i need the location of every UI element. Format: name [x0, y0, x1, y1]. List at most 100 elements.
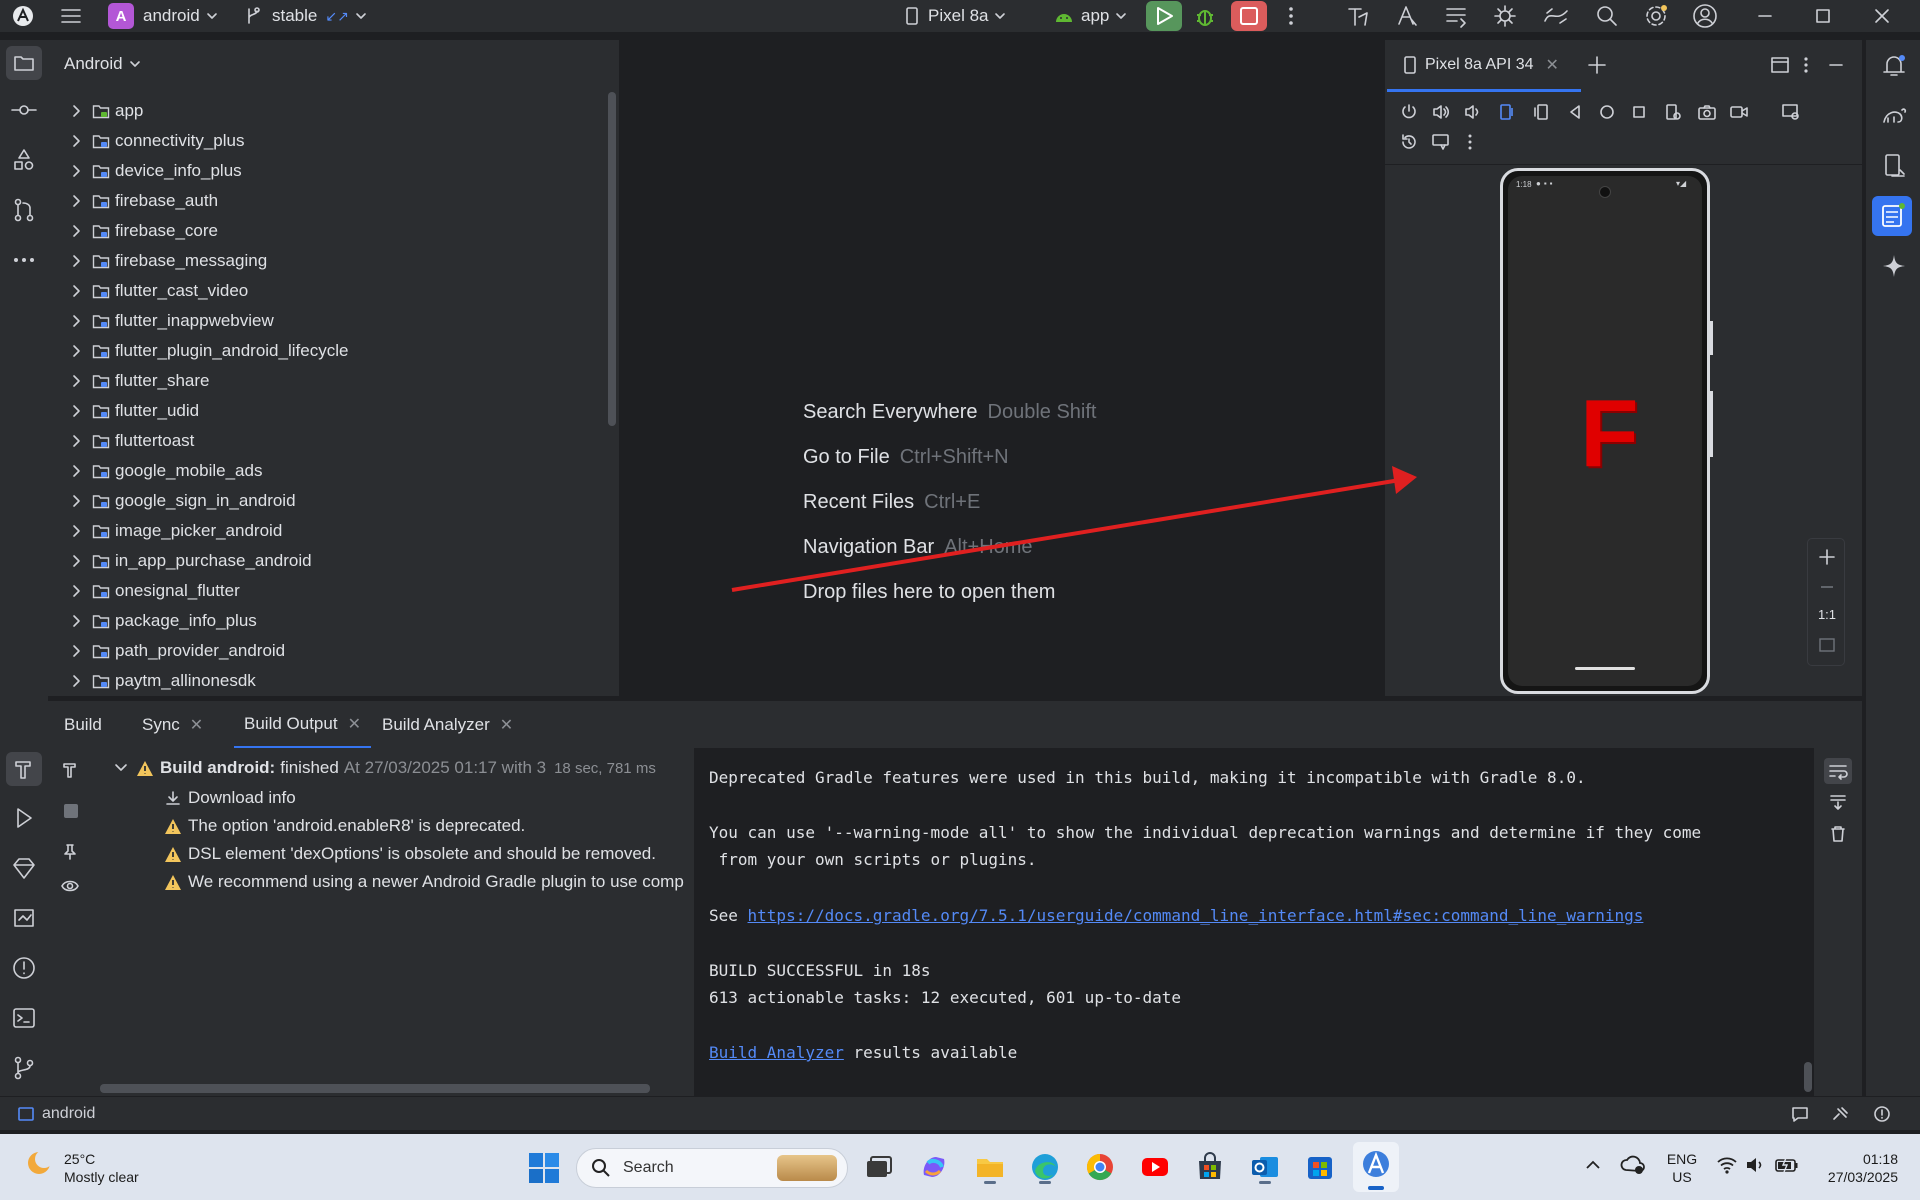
gemini-sparkle-icon[interactable]	[1880, 252, 1908, 280]
eye-icon[interactable]	[60, 876, 80, 896]
clock[interactable]: 01:18 27/03/2025	[1814, 1150, 1898, 1186]
tree-item[interactable]: connectivity_plus	[48, 126, 608, 156]
status-doc-icon[interactable]	[1790, 1105, 1810, 1123]
task-view-icon[interactable]	[860, 1149, 896, 1185]
close-tab-icon[interactable]: ✕	[1546, 55, 1559, 75]
minimize-window-icon[interactable]	[1752, 3, 1778, 29]
edge-browser-icon[interactable]	[1027, 1149, 1063, 1185]
tab-build-analyzer[interactable]: Build Analyzer ✕	[382, 701, 513, 749]
version-control-icon[interactable]	[10, 1054, 38, 1082]
run-config-selector[interactable]: app	[1053, 0, 1127, 32]
tree-item[interactable]: flutter_cast_video	[48, 276, 608, 306]
profiler-icon[interactable]	[1345, 3, 1371, 29]
wifi-icon[interactable]	[1716, 1154, 1738, 1176]
android-studio-taskbar-icon[interactable]	[1353, 1142, 1399, 1192]
chevron-right-icon[interactable]	[68, 403, 84, 419]
apply-changes-icon[interactable]	[1394, 3, 1420, 29]
chevron-right-icon[interactable]	[68, 253, 84, 269]
chevron-right-icon[interactable]	[68, 643, 84, 659]
chevron-right-icon[interactable]	[68, 523, 84, 539]
close-window-icon[interactable]	[1869, 3, 1895, 29]
onedrive-icon[interactable]	[1620, 1152, 1646, 1178]
tree-item[interactable]: fluttertoast	[48, 426, 608, 456]
more-device-actions-icon[interactable]	[1465, 132, 1475, 152]
build-item-warning-agp[interactable]: We recommend using a newer Android Gradl…	[164, 868, 694, 896]
hide-panel-icon[interactable]	[1825, 54, 1847, 76]
console-scrollbar[interactable]	[1804, 1062, 1812, 1092]
gemini-icon[interactable]	[1542, 3, 1570, 29]
tree-item[interactable]: google_mobile_ads	[48, 456, 608, 486]
soft-wrap-button[interactable]	[1824, 758, 1852, 784]
close-tab-icon[interactable]: ✕	[348, 714, 361, 734]
more-actions-icon[interactable]	[1285, 5, 1297, 27]
pull-requests-icon[interactable]	[10, 196, 38, 224]
search-icon[interactable]	[1594, 3, 1620, 29]
build-console[interactable]: Deprecated Gradle features were used in …	[694, 748, 1814, 1096]
build-tool-button[interactable]	[6, 752, 42, 786]
resource-manager-icon[interactable]	[10, 146, 38, 174]
chrome-icon[interactable]	[1082, 1149, 1118, 1185]
project-view-selector[interactable]: Android	[64, 54, 141, 74]
chevron-right-icon[interactable]	[68, 163, 84, 179]
device-explorer-icon[interactable]	[1880, 152, 1908, 180]
build-item-warning-dexoptions[interactable]: DSL element 'dexOptions' is obsolete and…	[164, 840, 656, 868]
chevron-right-icon[interactable]	[68, 493, 84, 509]
chevron-right-icon[interactable]	[68, 553, 84, 569]
debug-button[interactable]	[1193, 5, 1217, 27]
settings-icon[interactable]	[1643, 3, 1669, 29]
zoom-fit-icon[interactable]	[1817, 635, 1837, 655]
tree-item[interactable]: firebase_auth	[48, 186, 608, 216]
stop-build-icon[interactable]	[64, 804, 78, 818]
maximize-window-icon[interactable]	[1810, 3, 1836, 29]
microsoft-store-icon[interactable]	[1302, 1149, 1338, 1185]
file-explorer-icon[interactable]	[972, 1149, 1008, 1185]
store-icon[interactable]	[1192, 1149, 1228, 1185]
chevron-right-icon[interactable]	[68, 103, 84, 119]
chevron-right-icon[interactable]	[68, 193, 84, 209]
build-root-row[interactable]: Build android: finished At 27/03/2025 01…	[114, 754, 656, 782]
chevron-right-icon[interactable]	[68, 373, 84, 389]
device-manager-icon[interactable]	[1492, 3, 1518, 29]
phone-screen[interactable]: 1:18 ●▪▪ ▾◢ F	[1508, 176, 1702, 686]
volume-down-icon[interactable]	[1463, 102, 1483, 122]
chevron-right-icon[interactable]	[68, 283, 84, 299]
running-devices-button[interactable]	[1872, 196, 1912, 236]
chevron-right-icon[interactable]	[68, 343, 84, 359]
zoom-out-icon[interactable]	[1817, 577, 1837, 597]
tree-item[interactable]: flutter_share	[48, 366, 608, 396]
chevron-right-icon[interactable]	[68, 583, 84, 599]
language-indicator[interactable]: ENG US	[1664, 1150, 1700, 1186]
app-inspection-icon[interactable]	[10, 904, 38, 932]
device-settings-icon[interactable]	[1663, 102, 1683, 122]
horizontal-scrollbar[interactable]	[100, 1084, 650, 1093]
tree-item[interactable]: flutter_udid	[48, 396, 608, 426]
volume-icon[interactable]	[1744, 1154, 1766, 1176]
clear-all-icon[interactable]	[1828, 824, 1848, 844]
chevron-right-icon[interactable]	[68, 463, 84, 479]
screenshot-icon[interactable]	[1697, 102, 1717, 122]
studio-logo-icon[interactable]	[12, 0, 34, 32]
device-tab[interactable]: Pixel 8a API 34 ✕	[1387, 40, 1581, 92]
scroll-to-end-icon[interactable]	[1828, 792, 1848, 812]
project-selector[interactable]: A android	[108, 0, 218, 32]
project-scrollbar[interactable]	[608, 92, 616, 426]
chevron-right-icon[interactable]	[68, 613, 84, 629]
stop-button[interactable]	[1231, 1, 1267, 31]
chevron-right-icon[interactable]	[68, 133, 84, 149]
add-device-icon[interactable]	[1585, 53, 1609, 77]
branch-selector[interactable]: stable ↙↗	[244, 0, 367, 32]
battery-icon[interactable]	[1774, 1154, 1800, 1176]
tree-item[interactable]: flutter_inappwebview	[48, 306, 608, 336]
tree-item[interactable]: firebase_messaging	[48, 246, 608, 276]
taskbar-search[interactable]: Search	[576, 1148, 848, 1188]
zoom-actual-size-button[interactable]: 1:1	[1808, 607, 1846, 622]
tree-item[interactable]: path_provider_android	[48, 636, 608, 666]
tree-item[interactable]: flutter_plugin_android_lifecycle	[48, 336, 608, 366]
options-icon[interactable]	[1800, 54, 1812, 76]
snapshot-icon[interactable]	[1399, 132, 1419, 152]
run-button[interactable]	[1146, 1, 1182, 31]
build-analyzer-link[interactable]: Build Analyzer	[709, 1043, 844, 1062]
build-item-warning-r8[interactable]: The option 'android.enableR8' is depreca…	[164, 812, 525, 840]
close-tab-icon[interactable]: ✕	[190, 715, 203, 735]
close-tab-icon[interactable]: ✕	[500, 715, 513, 735]
